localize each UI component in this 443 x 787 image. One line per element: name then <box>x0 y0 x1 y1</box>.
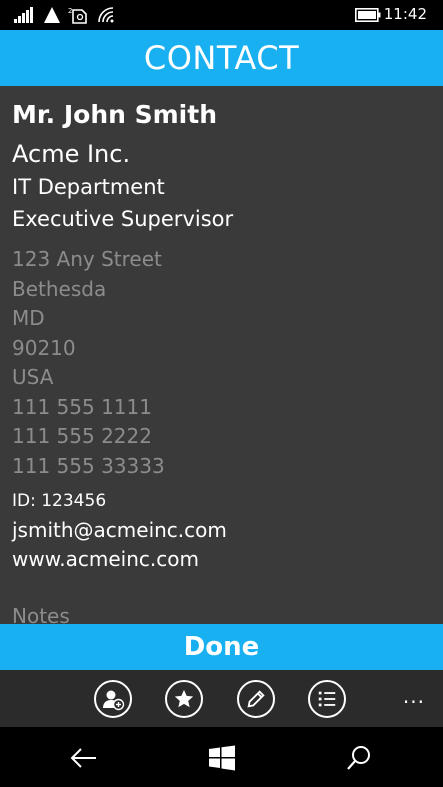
contact-department: IT Department <box>12 175 165 199</box>
contact-email[interactable]: jsmith@acmeinc.com <box>12 518 227 542</box>
back-icon <box>70 747 98 769</box>
search-button[interactable] <box>344 743 374 773</box>
more-button[interactable]: ... <box>403 684 425 708</box>
contact-name: Mr. John Smith <box>12 100 217 129</box>
contact-phone-3[interactable]: 111 555 33333 <box>12 454 165 478</box>
add-contact-button[interactable] <box>94 680 132 718</box>
list-button[interactable] <box>308 680 346 718</box>
contact-id: ID: 123456 <box>12 491 107 511</box>
list-icon <box>316 688 338 710</box>
edit-icon <box>245 688 267 710</box>
roaming-icon <box>44 6 60 24</box>
status-bar: 2 11:42 <box>0 0 443 30</box>
windows-icon <box>209 745 235 771</box>
contact-phone-1[interactable]: 111 555 1111 <box>12 395 152 419</box>
nav-bar <box>0 727 443 787</box>
contact-job-title: Executive Supervisor <box>12 207 234 231</box>
contact-city: Bethesda <box>12 277 107 301</box>
contact-state: MD <box>12 306 45 330</box>
done-button[interactable]: Done <box>0 624 443 670</box>
contact-phone-2[interactable]: 111 555 2222 <box>12 424 152 448</box>
contact-zip: 90210 <box>12 336 76 360</box>
contact-website[interactable]: www.acmeinc.com <box>12 547 199 571</box>
sim-icon: 2 <box>68 6 88 24</box>
favorite-button[interactable] <box>165 680 203 718</box>
svg-text:2: 2 <box>68 7 72 15</box>
search-icon <box>346 745 372 771</box>
notes-label: Notes <box>12 604 70 624</box>
contact-country: USA <box>12 365 54 389</box>
wifi-icon <box>98 6 116 24</box>
app-bar: ... <box>0 670 443 727</box>
battery-icon <box>355 6 381 24</box>
page-title: CONTACT <box>143 39 300 77</box>
favorite-icon <box>173 688 195 710</box>
contact-company: Acme Inc. <box>12 140 131 168</box>
add-contact-icon <box>101 687 125 711</box>
contact-street: 123 Any Street <box>12 247 162 271</box>
page-header: CONTACT <box>0 30 443 86</box>
contact-details: Mr. John Smith Acme Inc. IT Department E… <box>0 86 443 624</box>
signal-icon <box>14 6 34 24</box>
start-button[interactable] <box>207 743 237 773</box>
status-time: 11:42 <box>383 5 427 23</box>
done-label: Done <box>183 632 260 662</box>
back-button[interactable] <box>69 743 99 773</box>
edit-button[interactable] <box>237 680 275 718</box>
